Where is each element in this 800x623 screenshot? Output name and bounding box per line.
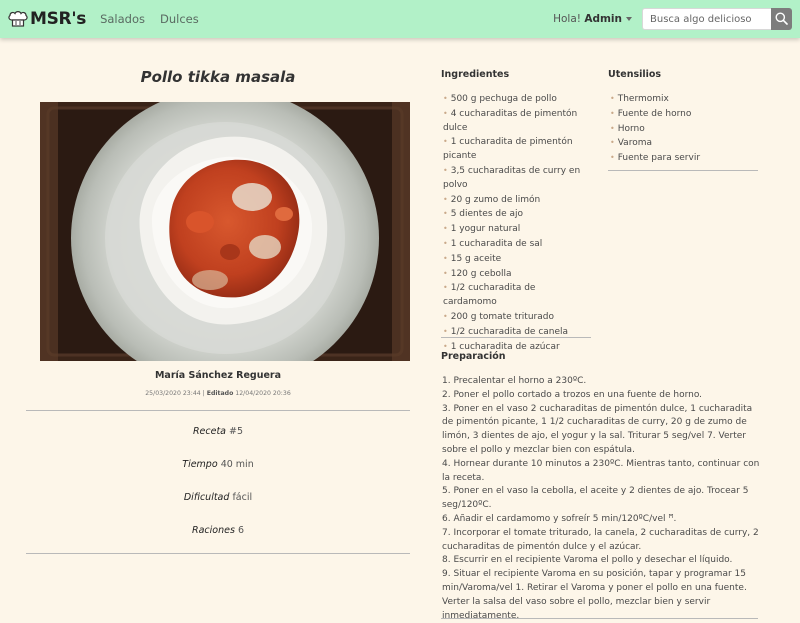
caret-down-icon <box>626 17 632 21</box>
nav-link-salados[interactable]: Salados <box>100 12 145 26</box>
ingredient-item: 4 cucharaditas de pimentón dulce <box>443 107 588 136</box>
meta-label: Receta <box>192 426 226 437</box>
meta-value: 6 <box>237 525 244 536</box>
step-item: 7. Incorporar el tomate triturado, la ca… <box>442 527 759 552</box>
utensils-list: Thermomix Fuente de horno Horno Varoma F… <box>610 92 758 166</box>
divider <box>26 553 410 554</box>
utensil-item: Thermomix <box>610 92 758 107</box>
user-name: Admin <box>584 13 622 25</box>
ingredient-item: 20 g zumo de limón <box>443 193 588 208</box>
preparation-title: Preparación <box>441 351 506 362</box>
chef-hat-icon <box>8 10 28 28</box>
search-icon <box>775 10 788 29</box>
created-date: 25/03/2020 23:44 <box>145 390 201 397</box>
meta-value: #5 <box>229 426 244 437</box>
meta-label: Dificultad <box>183 492 230 503</box>
brand-name: MSR's <box>30 9 87 29</box>
greeting: Hola! <box>553 13 581 25</box>
step-item: 1. Precalentar el horno a 230ºC. <box>442 376 587 386</box>
divider <box>441 337 591 338</box>
meta-tiempo: Tiempo 40 min <box>26 459 410 470</box>
meta-value: fácil <box>232 492 253 503</box>
user-menu[interactable]: Hola! Admin <box>553 13 632 25</box>
step-item: 8. Escurrir en el recipiente Varoma el p… <box>442 555 733 566</box>
recipe-photo <box>40 102 410 361</box>
meta-label: Raciones <box>192 525 235 536</box>
divider <box>608 170 758 171</box>
utensils-title: Utensilios <box>608 69 662 80</box>
meta-raciones: Raciones 6 <box>26 525 410 536</box>
utensil-item: Fuente de horno <box>610 107 758 122</box>
meta-value: 40 min <box>220 459 254 470</box>
step-item: 5. Poner en el vaso la cebolla, el aceit… <box>442 486 749 511</box>
step-item: 2. Poner el pollo cortado a trozos en un… <box>442 389 703 400</box>
ingredient-item: 1 cucharadita de sal <box>443 237 588 252</box>
utensil-item: Fuente para servir <box>610 151 758 166</box>
meta-label: Tiempo <box>182 459 218 470</box>
divider <box>26 410 410 411</box>
ingredient-item: 500 g pechuga de pollo <box>443 92 588 107</box>
recipe-title: Pollo tikka masala <box>140 68 296 86</box>
ingredient-item: 3,5 cucharaditas de curry en polvo <box>443 164 588 193</box>
ingredients-list: 500 g pechuga de pollo 4 cucharaditas de… <box>443 92 588 354</box>
nav-link-dulces[interactable]: Dulces <box>160 12 199 26</box>
brand-link[interactable]: MSR's <box>8 9 86 29</box>
utensil-item: Varoma <box>610 136 758 151</box>
step-item: 9. Situar el recipiente Varoma en su pos… <box>442 569 747 621</box>
ingredients-title: Ingredientes <box>441 69 510 80</box>
nav-right: Hola! Admin <box>553 8 792 30</box>
preparation-steps: 1. Precalentar el horno a 230ºC. 2. Pone… <box>442 375 762 623</box>
edited-date: 12/04/2020 20:36 <box>235 390 291 397</box>
ingredient-item: 200 g tomate triturado <box>443 310 588 325</box>
step-item: 3. Poner en el vaso 2 cucharaditas de pi… <box>442 403 753 455</box>
utensil-item: Horno <box>610 122 758 137</box>
ingredient-item: 1/2 cucharadita de cardamomo <box>443 281 588 310</box>
ingredient-item: 5 dientes de ajo <box>443 207 588 222</box>
meta-dificultad: Dificultad fácil <box>26 492 410 503</box>
step-item: 4. Hornear durante 10 minutos a 230ºC. M… <box>442 458 760 483</box>
edited-label: Editado <box>206 390 234 397</box>
search-button[interactable] <box>771 8 792 30</box>
meta-receta: Receta #5 <box>26 426 410 437</box>
ingredient-item: 120 g cebolla <box>443 267 588 282</box>
navbar: MSR's Salados Dulces Hola! Admin <box>0 0 800 38</box>
ingredient-item: 1 cucharadita de pimentón picante <box>443 135 588 164</box>
step-item: 6. Añadir el cardamomo y sofreír 5 min/1… <box>442 513 677 524</box>
recipe-dates: 25/03/2020 23:44 | Editado 12/04/2020 20… <box>145 390 291 397</box>
ingredient-item: 1 yogur natural <box>443 222 588 237</box>
search-input[interactable] <box>642 8 771 30</box>
ingredient-item: 15 g aceite <box>443 252 588 267</box>
recipe-author: María Sánchez Reguera <box>154 370 282 381</box>
divider <box>441 618 758 619</box>
